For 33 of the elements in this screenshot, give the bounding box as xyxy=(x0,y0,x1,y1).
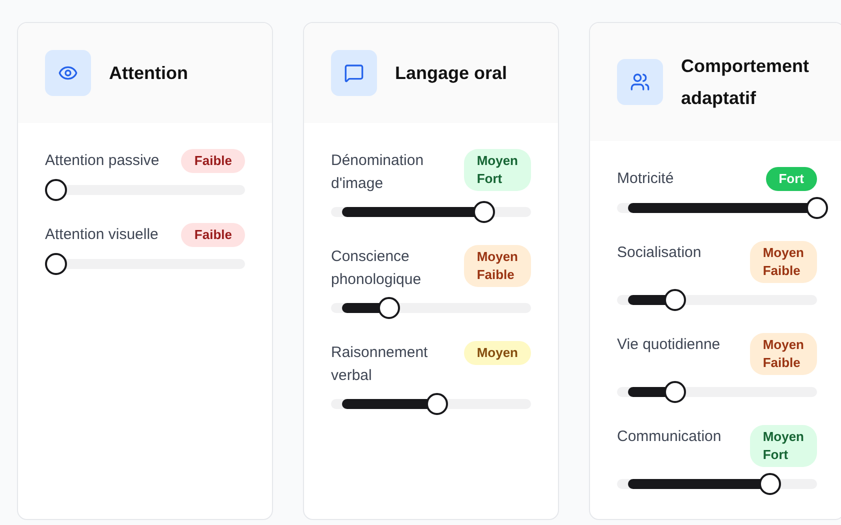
slider-thumb[interactable] xyxy=(426,393,448,415)
level-badge: Fort xyxy=(766,167,817,191)
eye-icon xyxy=(45,50,91,96)
chat-icon xyxy=(331,50,377,96)
slider-thumb[interactable] xyxy=(378,297,400,319)
card-title: Comportement adaptatif xyxy=(681,55,810,110)
card-title: Langage oral xyxy=(395,62,508,85)
skill-label: Motricité xyxy=(617,169,674,189)
skill-label: Communication xyxy=(617,427,722,447)
skill-label: Vie quotidienne xyxy=(617,335,720,355)
level-badge: Moyen Faible xyxy=(750,333,817,375)
skill-label: Attention passive xyxy=(45,151,160,171)
slider-thumb[interactable] xyxy=(806,197,828,219)
level-badge: Moyen Faible xyxy=(464,245,531,287)
level-badge: Moyen Fort xyxy=(464,149,531,191)
skill-label: Raisonnement verbal xyxy=(331,343,429,386)
skill-label: Socialisation xyxy=(617,243,702,263)
slider-thumb[interactable] xyxy=(472,201,495,223)
skill-label: Attention visuelle xyxy=(45,225,158,245)
level-badge: Moyen Fort xyxy=(750,425,817,467)
slider-thumb[interactable] xyxy=(45,253,67,275)
skill-label: Conscience phonologique xyxy=(331,247,422,290)
slider-thumb[interactable] xyxy=(664,289,686,311)
level-badge: Moyen xyxy=(464,341,531,365)
level-badge: Faible xyxy=(181,223,245,247)
people-icon xyxy=(617,59,663,105)
level-badge: Faible xyxy=(181,149,245,173)
slider-thumb[interactable] xyxy=(45,179,67,201)
slider-thumb[interactable] xyxy=(758,473,781,495)
skill-label: Dénomination d'image xyxy=(331,151,425,194)
card-title: Attention xyxy=(109,62,188,85)
slider-thumb[interactable] xyxy=(664,381,686,403)
level-badge: Moyen Faible xyxy=(750,241,817,283)
